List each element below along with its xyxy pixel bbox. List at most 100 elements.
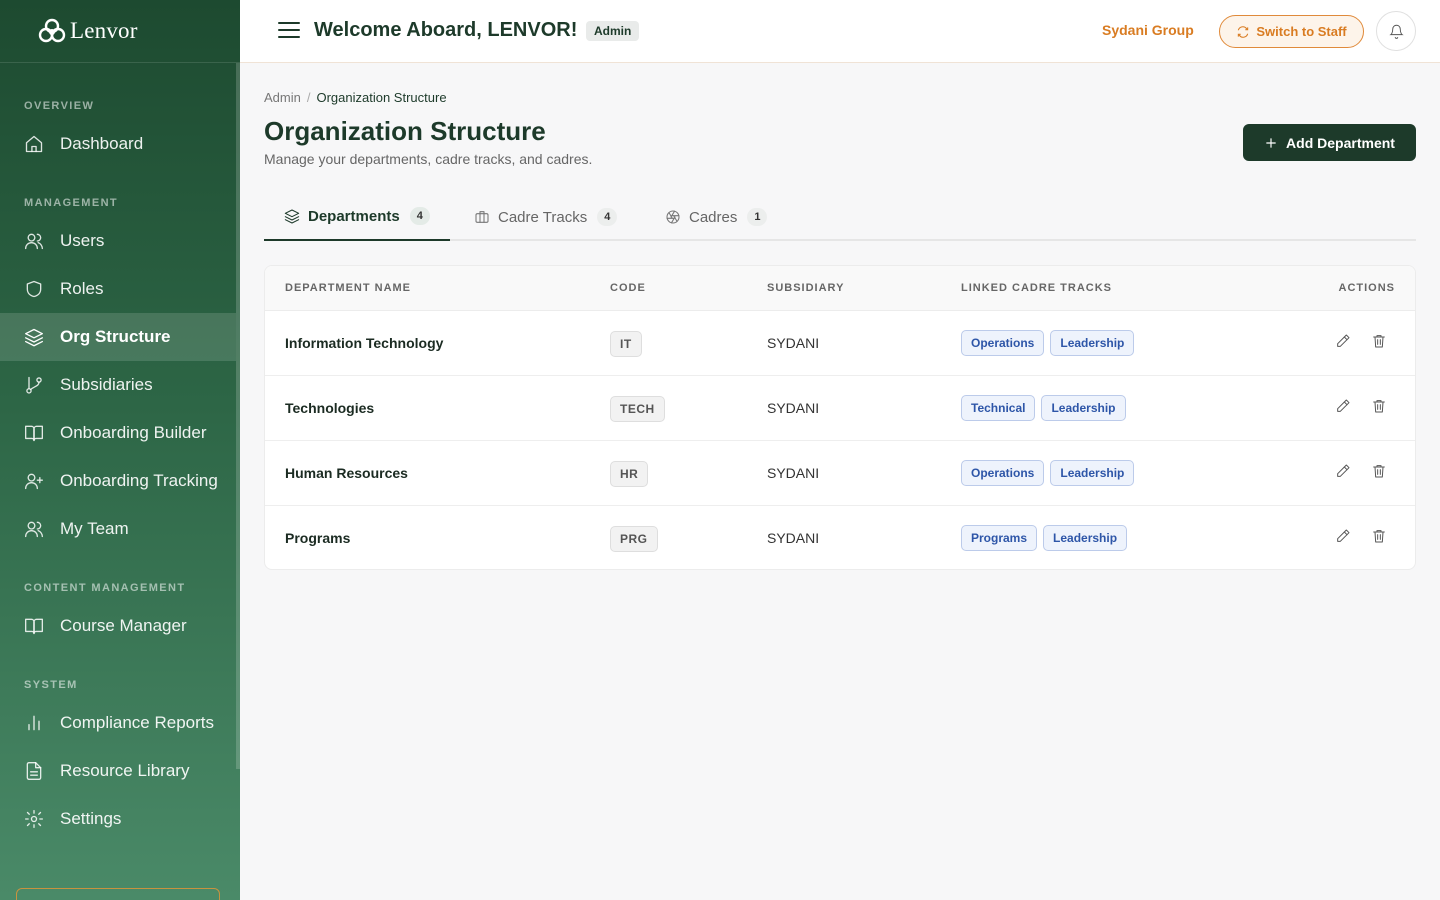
users-icon xyxy=(25,521,43,538)
sidebar-item-users[interactable]: Users xyxy=(0,217,236,265)
column-header: SUBSIDIARY xyxy=(767,282,845,294)
department-name: Programs xyxy=(285,530,351,546)
breadcrumb-separator: / xyxy=(306,90,311,105)
add-department-label: Add Department xyxy=(1286,134,1395,151)
sidebar-footer-card[interactable] xyxy=(16,888,220,900)
section-content-management: CONTENT MANAGEMENT xyxy=(24,582,186,594)
row-actions xyxy=(1335,333,1387,349)
tab-cadre-tracks[interactable]: Cadre Tracks 4 xyxy=(474,193,618,241)
department-name: Human Resources xyxy=(285,465,408,481)
track-badge: Leadership xyxy=(1050,460,1135,486)
track-badge: Operations xyxy=(961,330,1045,356)
tab-count: 1 xyxy=(747,208,768,226)
department-code: TECH xyxy=(610,396,665,422)
edit-icon[interactable] xyxy=(1335,528,1351,544)
tab-count: 4 xyxy=(597,208,618,226)
departments-table: DEPARTMENT NAME CODE SUBSIDIARY LINKED C… xyxy=(264,265,1416,570)
breadcrumb-root[interactable]: Admin xyxy=(264,90,301,105)
trash-icon[interactable] xyxy=(1371,333,1387,349)
sidebar-item-course-manager[interactable]: Course Manager xyxy=(0,602,236,650)
section-overview: OVERVIEW xyxy=(24,100,95,112)
sidebar-item-label: Roles xyxy=(60,279,104,298)
sidebar-item-org-structure[interactable]: Org Structure xyxy=(0,313,236,361)
sidebar: Lenvor OVERVIEW Dashboard MANAGEMENT Use… xyxy=(0,0,240,900)
sidebar-item-settings[interactable]: Settings xyxy=(0,795,236,843)
bar-chart-icon xyxy=(28,715,40,731)
file-icon xyxy=(26,762,42,780)
track-badge: Leadership xyxy=(1050,330,1135,356)
sidebar-item-subsidiaries[interactable]: Subsidiaries xyxy=(0,361,236,409)
welcome-title: Welcome Aboard, LENVOR! xyxy=(314,19,578,41)
tab-departments[interactable]: Departments 4 xyxy=(264,193,450,241)
subsidiary: SYDANI xyxy=(767,335,820,351)
breadcrumb-current: Organization Structure xyxy=(316,90,447,105)
sidebar-item-label: Org Structure xyxy=(60,327,171,346)
sidebar-scrollbar[interactable] xyxy=(236,63,240,769)
notifications-button[interactable] xyxy=(1376,11,1416,51)
column-header: LINKED CADRE TRACKS xyxy=(961,282,1112,294)
column-header: DEPARTMENT NAME xyxy=(285,282,412,294)
gear-icon xyxy=(25,810,43,828)
sidebar-item-resource-library[interactable]: Resource Library xyxy=(0,747,236,795)
department-code: IT xyxy=(610,331,642,357)
sidebar-item-label: Users xyxy=(60,231,105,250)
book-icon xyxy=(25,618,43,635)
organization-link[interactable]: Sydani Group xyxy=(1102,22,1194,38)
row-actions xyxy=(1335,463,1387,479)
tab-label: Cadre Tracks xyxy=(498,208,588,226)
sidebar-item-label: Onboarding Tracking xyxy=(60,471,218,490)
trash-icon[interactable] xyxy=(1371,398,1387,414)
home-icon xyxy=(25,135,43,153)
tab-cadres[interactable]: Cadres 1 xyxy=(665,193,768,241)
sidebar-item-my-team[interactable]: My Team xyxy=(0,505,236,553)
department-code: PRG xyxy=(610,526,658,552)
sidebar-item-label: Course Manager xyxy=(60,616,187,635)
shield-icon xyxy=(26,280,42,298)
edit-icon[interactable] xyxy=(1335,398,1351,414)
sidebar-item-label: Resource Library xyxy=(60,761,190,780)
logo-icon xyxy=(38,18,66,43)
sidebar-item-onboarding-tracking[interactable]: Onboarding Tracking xyxy=(0,457,236,505)
page-title: Organization Structure xyxy=(264,116,546,146)
sidebar-item-label: Onboarding Builder xyxy=(60,423,207,442)
refresh-icon xyxy=(1238,25,1249,38)
row-actions xyxy=(1335,528,1387,544)
sidebar-item-label: Settings xyxy=(60,809,122,828)
menu-icon[interactable] xyxy=(278,22,300,40)
linked-tracks: Operations Leadership xyxy=(961,330,1135,356)
sidebar-item-label: My Team xyxy=(60,519,129,538)
book-icon xyxy=(25,425,43,442)
column-header: ACTIONS xyxy=(1338,282,1395,294)
switch-to-staff-label: Switch to Staff xyxy=(1256,24,1347,39)
trash-icon[interactable] xyxy=(1371,528,1387,544)
sidebar-item-dashboard[interactable]: Dashboard xyxy=(0,120,236,168)
department-code: HR xyxy=(610,461,649,487)
layers-icon xyxy=(284,209,300,224)
add-department-button[interactable]: Add Department xyxy=(1243,124,1416,161)
track-badge: Leadership xyxy=(1041,395,1126,421)
role-badge: Admin xyxy=(586,21,640,41)
subsidiary: SYDANI xyxy=(767,530,820,546)
briefcase-icon xyxy=(475,211,489,223)
aperture-icon xyxy=(666,210,680,224)
table-row: Technologies TECH SYDANI Technical Leade… xyxy=(265,376,1415,441)
trash-icon[interactable] xyxy=(1371,463,1387,479)
row-actions xyxy=(1335,398,1387,414)
linked-tracks: Programs Leadership xyxy=(961,525,1128,551)
edit-icon[interactable] xyxy=(1335,333,1351,349)
switch-to-staff-button[interactable]: Switch to Staff xyxy=(1219,15,1364,48)
top-header: Welcome Aboard, LENVOR! Admin Sydani Gro… xyxy=(240,0,1440,63)
edit-icon[interactable] xyxy=(1335,463,1351,479)
sidebar-item-onboarding-builder[interactable]: Onboarding Builder xyxy=(0,409,236,457)
table-header: DEPARTMENT NAME CODE SUBSIDIARY LINKED C… xyxy=(265,266,1415,311)
sidebar-item-roles[interactable]: Roles xyxy=(0,265,236,313)
table-row: Human Resources HR SYDANI Operations Lea… xyxy=(265,441,1415,506)
linked-tracks: Operations Leadership xyxy=(961,460,1135,486)
user-plus-icon xyxy=(25,473,43,490)
tab-label: Departments xyxy=(308,207,400,225)
sidebar-item-compliance-reports[interactable]: Compliance Reports xyxy=(0,699,236,747)
brand-logo[interactable]: Lenvor xyxy=(0,0,240,63)
breadcrumb: Admin / Organization Structure xyxy=(264,90,447,105)
linked-tracks: Technical Leadership xyxy=(961,395,1126,421)
sidebar-item-label: Compliance Reports xyxy=(60,713,215,732)
